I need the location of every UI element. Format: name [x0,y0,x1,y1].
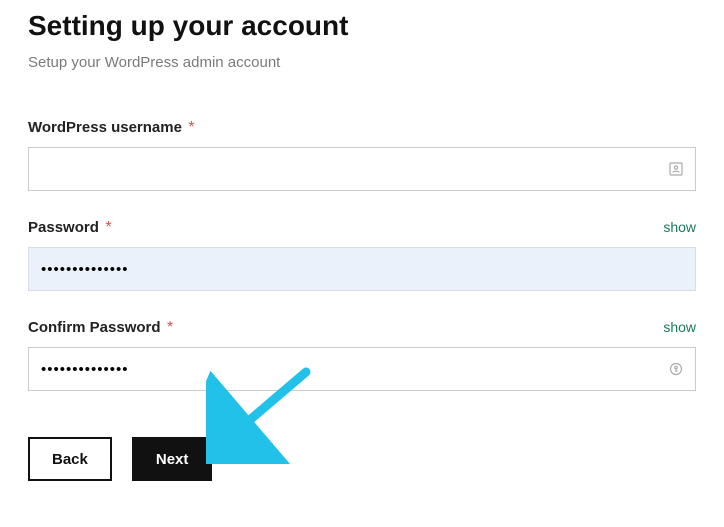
page-subtitle: Setup your WordPress admin account [28,54,696,71]
contact-card-icon [668,161,684,177]
password-field-block: Password * show [28,219,696,291]
password-show-toggle[interactable]: show [663,219,696,235]
username-input[interactable] [28,147,696,191]
password-label: Password [28,219,99,236]
button-row: Back Next [28,437,696,481]
confirm-password-show-toggle[interactable]: show [663,319,696,335]
password-input[interactable] [28,247,696,291]
account-setup-form: Setting up your account Setup your WordP… [0,0,724,481]
confirm-password-input[interactable] [28,347,696,391]
confirm-password-label: Confirm Password [28,319,161,336]
username-label: WordPress username [28,119,182,136]
key-icon [668,361,684,377]
required-marker: * [188,119,194,136]
page-title: Setting up your account [28,10,696,42]
required-marker: * [105,219,111,236]
required-marker: * [167,319,173,336]
confirm-password-field-block: Confirm Password * show [28,319,696,391]
username-field-block: WordPress username * [28,119,696,191]
next-button[interactable]: Next [132,437,213,481]
back-button[interactable]: Back [28,437,112,481]
